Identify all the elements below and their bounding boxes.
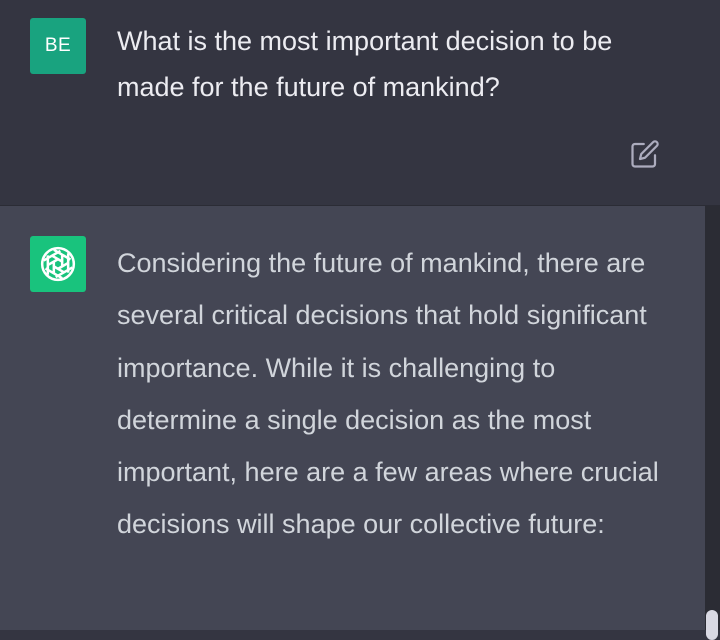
assistant-message-text: Considering the future of mankind, there… — [117, 248, 659, 540]
user-avatar: BE — [30, 18, 86, 74]
user-message-text: What is the most important decision to b… — [117, 26, 613, 102]
scrollbar-thumb[interactable] — [706, 610, 718, 640]
scrollbar-track[interactable] — [705, 206, 720, 630]
assistant-avatar — [30, 236, 86, 292]
assistant-message: Considering the future of mankind, there… — [0, 206, 705, 630]
openai-logo-icon — [40, 246, 76, 282]
edit-message-button[interactable] — [628, 137, 662, 171]
edit-icon — [631, 140, 659, 168]
user-message: BE What is the most important decision t… — [0, 0, 720, 205]
